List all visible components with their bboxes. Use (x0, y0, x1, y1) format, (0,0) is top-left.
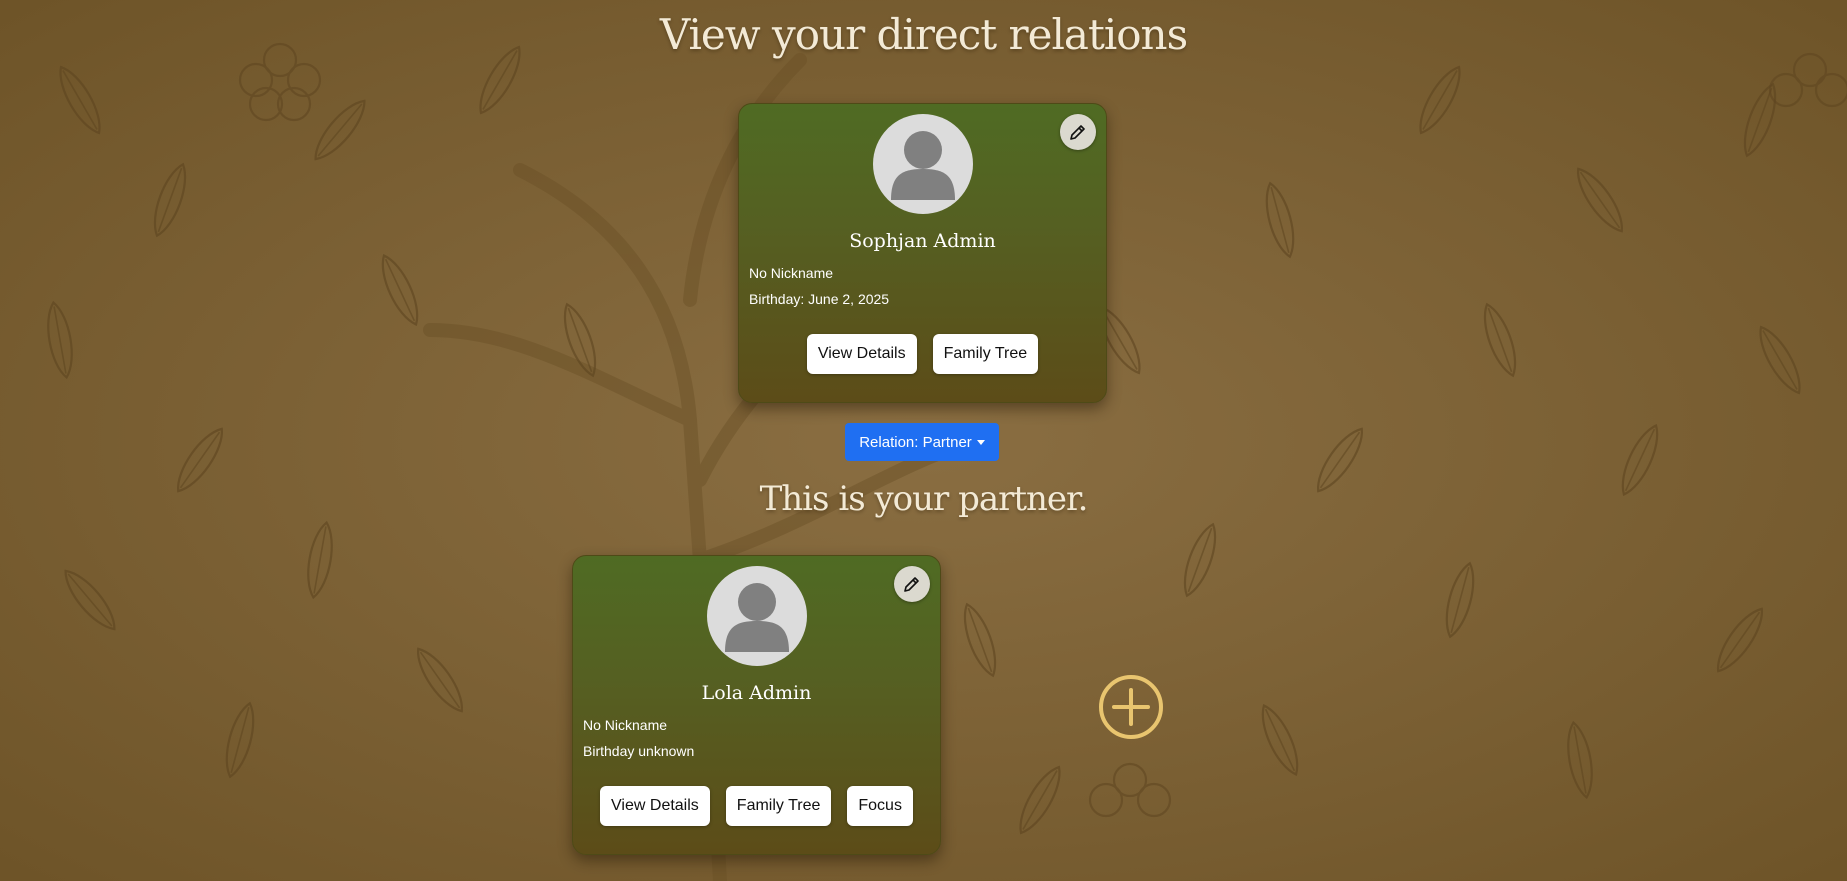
person-birthday: Birthday: June 2, 2025 (749, 291, 890, 307)
user-silhouette-icon (873, 114, 973, 214)
pencil-icon (1070, 125, 1085, 140)
person-name: Lola Admin (701, 682, 812, 704)
page-title: View your direct relations (659, 10, 1188, 59)
view-details-button[interactable]: View Details (600, 786, 710, 826)
person-card-self: Sophjan Admin No Nickname Birthday: June… (738, 103, 1107, 403)
person-nickname: No Nickname (749, 265, 834, 281)
person-name: Sophjan Admin (849, 230, 996, 252)
relation-dropdown-button[interactable]: Relation: Partner (845, 423, 999, 461)
relation-dropdown-label: Relation: Partner (859, 433, 972, 451)
caret-down-icon (976, 439, 985, 445)
family-tree-button[interactable]: Family Tree (932, 334, 1039, 374)
edit-person-button[interactable] (894, 566, 930, 602)
family-tree-button[interactable]: Family Tree (725, 786, 832, 826)
person-birthday: Birthday unknown (583, 743, 695, 759)
view-details-button[interactable]: View Details (806, 334, 917, 374)
user-silhouette-icon (707, 566, 807, 666)
focus-button[interactable]: Focus (847, 786, 913, 826)
person-actions: View Details Family Tree Focus (573, 786, 940, 826)
plus-circle-icon (1099, 675, 1163, 739)
pencil-icon (904, 577, 919, 592)
add-relation-button[interactable] (1098, 674, 1164, 740)
edit-person-button[interactable] (1060, 114, 1096, 150)
person-nickname: No Nickname (583, 717, 668, 733)
person-card-partner: Lola Admin No Nickname Birthday unknown … (572, 555, 941, 855)
person-actions: View Details Family Tree (739, 334, 1106, 374)
relation-section-title: This is your partner. (759, 479, 1089, 519)
